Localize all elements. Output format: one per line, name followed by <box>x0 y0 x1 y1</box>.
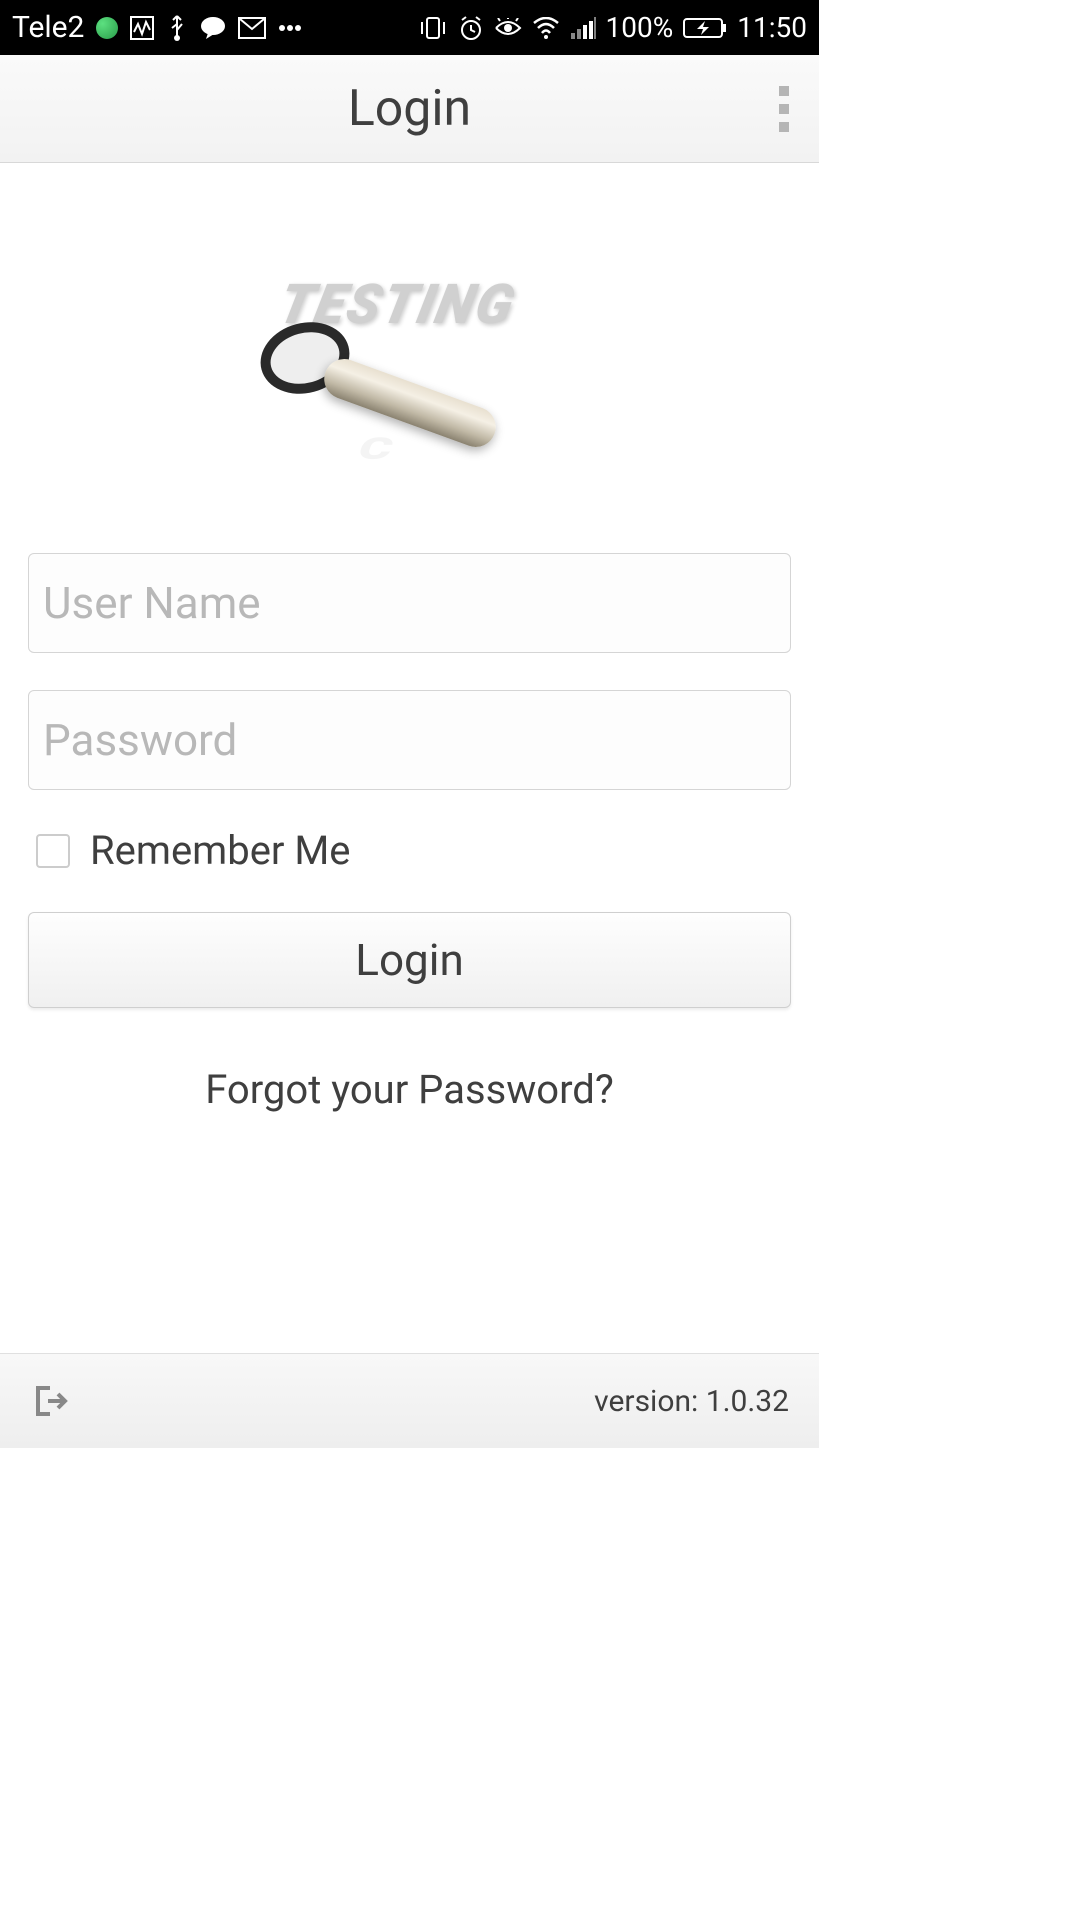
exit-button[interactable] <box>30 1380 72 1422</box>
login-button[interactable]: Login <box>28 912 791 1008</box>
menu-dot-icon <box>779 104 789 114</box>
time-label: 11:50 <box>737 11 807 44</box>
remember-me-label: Remember Me <box>90 827 351 874</box>
version-label: version: 1.0.32 <box>594 1384 789 1419</box>
message-icon <box>200 16 226 40</box>
battery-icon <box>683 18 727 38</box>
globe-icon <box>96 17 118 39</box>
username-input[interactable] <box>28 553 791 653</box>
magnifier-icon <box>260 323 350 393</box>
mail-icon <box>238 17 266 39</box>
more-icon <box>278 24 302 32</box>
app-bar: Login <box>0 55 819 163</box>
usb-icon <box>166 14 188 42</box>
activity-icon <box>130 16 154 40</box>
remember-me-checkbox[interactable] <box>36 834 70 868</box>
status-left: Tele2 <box>12 10 302 45</box>
page-title: Login <box>348 80 471 138</box>
wifi-icon <box>532 17 560 39</box>
logo-area: TESTING C <box>28 173 791 553</box>
password-input[interactable] <box>28 690 791 790</box>
vibrate-icon <box>418 16 448 40</box>
carrier-label: Tele2 <box>12 10 84 45</box>
menu-dot-icon <box>779 122 789 132</box>
testing-logo: TESTING C <box>260 263 560 463</box>
logo-reflection: C <box>353 430 398 465</box>
forgot-password-link[interactable]: Forgot your Password? <box>28 1066 791 1113</box>
overflow-menu-button[interactable] <box>779 86 789 132</box>
remember-me-row[interactable]: Remember Me <box>28 827 791 874</box>
status-bar: Tele2 100% <box>0 0 819 55</box>
content-area: TESTING C Remember Me Login Forgot your … <box>0 163 819 1113</box>
menu-dot-icon <box>779 86 789 96</box>
alarm-icon <box>458 15 484 41</box>
footer-bar: version: 1.0.32 <box>0 1353 819 1448</box>
signal-icon <box>570 17 596 39</box>
status-right: 100% 11:50 <box>418 11 807 44</box>
eye-icon <box>494 18 522 38</box>
battery-percent: 100% <box>606 11 674 44</box>
